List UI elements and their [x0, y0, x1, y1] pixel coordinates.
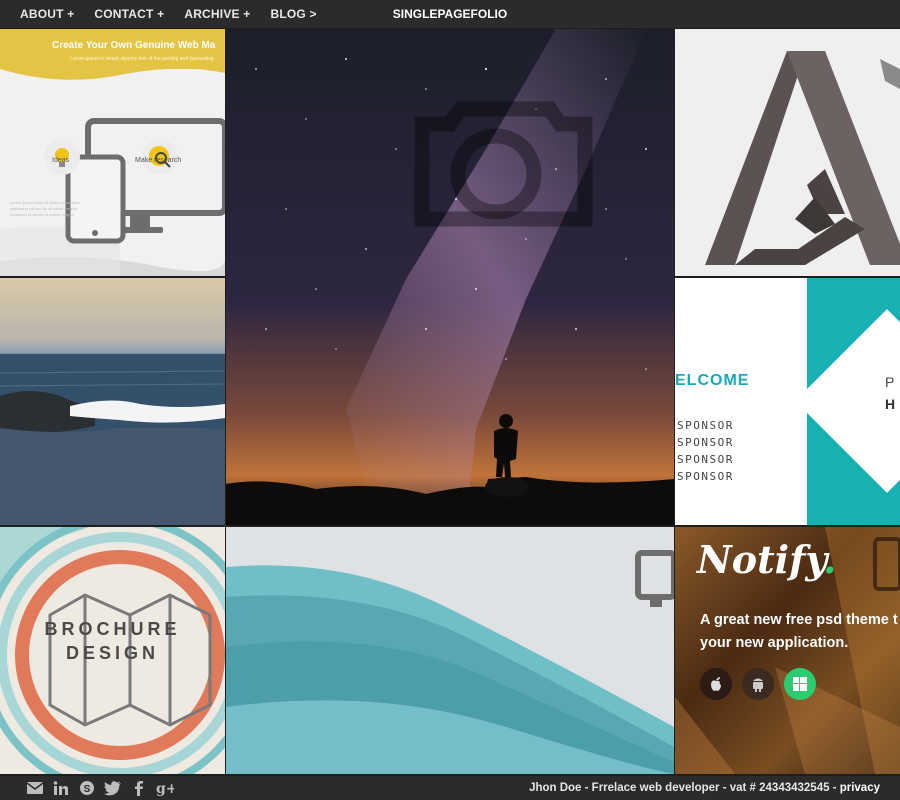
android-icon[interactable] [742, 668, 774, 700]
envelope-icon[interactable] [26, 780, 44, 796]
sponsor-line-3: SPONSOR [677, 453, 734, 466]
footer-credit: Jhon Doe - Frrelace web developer - vat … [529, 776, 880, 800]
notify-logo-dot: . [823, 537, 837, 582]
footer-bar: S g+ Jhon Doe - Frrelace web developer -… [0, 776, 900, 800]
nav-blog[interactable]: BLOG > [270, 7, 316, 21]
waves-graphic [226, 527, 674, 774]
portfolio-item-logo[interactable] [675, 29, 900, 276]
welcome-heading: ELCOME [675, 372, 750, 389]
portfolio-item-web-design[interactable]: Lorem ipsum dolor sit amet consectetur a… [0, 29, 225, 276]
ocean-photo [0, 354, 225, 525]
web-title: Create Your Own Genuine Web Ma [52, 40, 216, 51]
credit-text: Jhon Doe - Frrelace web developer - vat … [529, 782, 840, 794]
svg-text:incididunt ut labore et dolore: incididunt ut labore et dolore magna [10, 212, 74, 217]
privacy-link[interactable]: privacy [840, 782, 880, 794]
portfolio-item-sponsor[interactable]: ELCOME SPONSOR SPONSOR SPONSOR SPONSOR P… [675, 278, 900, 525]
linkedin-icon[interactable] [52, 780, 70, 796]
portfolio-item-ocean-photo[interactable] [0, 278, 225, 525]
nav-contact[interactable]: CONTACT + [94, 7, 164, 21]
main-nav: ABOUT + CONTACT + ARCHIVE + BLOG > [20, 0, 337, 28]
svg-text:adipiscing elit sed do eiusmod: adipiscing elit sed do eiusmod tempor [10, 206, 78, 211]
svg-text:g+: g+ [156, 781, 174, 796]
nav-about[interactable]: ABOUT + [20, 7, 74, 21]
social-links: S g+ [26, 780, 182, 796]
apple-icon[interactable] [700, 668, 732, 700]
windows-icon[interactable] [784, 668, 816, 700]
twitter-icon[interactable] [104, 780, 122, 796]
sponsor-line-4: SPONSOR [677, 470, 734, 483]
svg-text:Lorem ipsum dolor sit amet con: Lorem ipsum dolor sit amet consectetur [10, 200, 81, 205]
googleplus-icon[interactable]: g+ [156, 780, 174, 796]
notify-desc-line-2: your new application. [700, 635, 849, 651]
svg-text:S: S [84, 784, 91, 795]
facebook-icon[interactable] [130, 780, 148, 796]
feature-label-ideas: Ideas [52, 157, 70, 164]
brochure-line-2: DESIGN [65, 643, 159, 663]
nav-archive[interactable]: ARCHIVE + [184, 7, 250, 21]
milky-way-photo [226, 29, 674, 525]
brochure-line-1: BROCHURE [44, 619, 181, 639]
notify-logo-text: Notify [697, 537, 824, 582]
sponsor-letter-p: P [885, 374, 895, 390]
web-mockup-graphic: Lorem ipsum dolor sit amet consectetur a… [0, 68, 225, 276]
logo-graphic [705, 51, 900, 265]
portfolio-item-brochure[interactable]: BROCHURE DESIGN [0, 527, 225, 774]
sponsor-panel [675, 278, 807, 525]
sponsor-letter-h: H [885, 396, 896, 412]
top-navbar: ABOUT + CONTACT + ARCHIVE + BLOG > SINGL… [0, 0, 900, 28]
camera-icon [422, 107, 592, 227]
sponsor-line-2: SPONSOR [677, 436, 734, 449]
portfolio-item-waves[interactable] [226, 527, 674, 774]
feature-label-research: Make research [135, 157, 182, 164]
web-subtitle: Lorem ipsum is simply dummy text of the … [70, 56, 214, 62]
notify-description: A great new free psd theme t your new ap… [700, 609, 900, 655]
skype-icon[interactable]: S [78, 780, 96, 796]
sponsor-line-1: SPONSOR [677, 419, 734, 432]
notify-logo: Notify. [697, 537, 836, 582]
portfolio-item-photography[interactable] [226, 29, 674, 525]
notify-desc-line-1: A great new free psd theme t [700, 612, 898, 628]
portfolio-item-notify[interactable]: Notify. A great new free psd theme t you… [675, 527, 900, 774]
